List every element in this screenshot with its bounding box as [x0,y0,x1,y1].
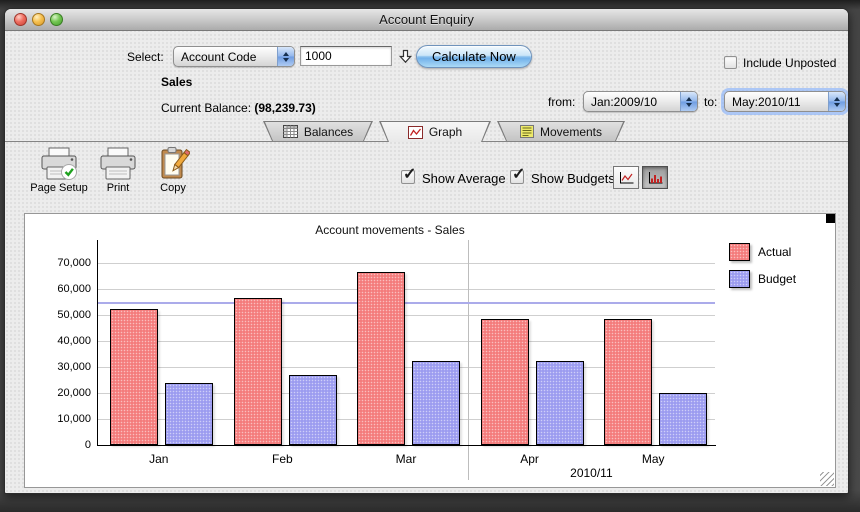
y-axis-tick-label: 50,000 [57,309,91,321]
hollow-down-arrow-icon[interactable] [398,49,413,64]
y-axis-tick-label: 60,000 [57,283,91,295]
resize-grip[interactable] [820,472,834,486]
close-icon[interactable] [14,13,27,26]
line-chart-icon [408,126,423,139]
printer-icon [100,147,136,180]
average-line [97,302,715,305]
x-axis-label-mar: Mar [395,452,417,466]
legend-label-budget: Budget [758,272,797,286]
zoom-icon[interactable] [50,13,63,26]
tab-graph[interactable]: Graph [379,121,491,142]
y-axis-tick-label: 20,000 [57,387,91,399]
select-dropdown[interactable]: Account Code [173,46,295,67]
y-axis-tick-label: 10,000 [57,413,91,425]
show-average-checkbox[interactable]: ✓ [401,166,416,184]
printer-check-icon [41,147,77,180]
page-setup-label: Page Setup [30,182,88,194]
line-chart-type-button[interactable] [613,166,639,189]
tab-movements[interactable]: Movements [497,121,625,141]
chart-panel: Account movements - Sales 0 10,000 20,000 3… [24,213,836,488]
bar-actual-apr [480,318,529,445]
to-dropdown-value: May:2010/11 [732,94,801,109]
current-balance: Current Balance: (98,239.73) [161,101,316,115]
minimize-icon[interactable] [32,13,45,26]
copy-label: Copy [160,182,186,194]
chart-gridline [97,263,715,264]
bar-budget-apr [535,360,584,445]
legend-label-actual: Actual [758,245,792,259]
year-group-label: 2010/11 [570,466,613,480]
y-axis-line [97,240,98,445]
to-dropdown[interactable]: May:2010/11 [724,91,846,112]
tab-balances[interactable]: Balances [263,121,373,141]
tab-balances-label: Balances [303,124,354,139]
bar-actual-may [604,318,653,445]
line-chart-icon [619,171,633,183]
legend-swatch-actual [729,243,750,261]
y-axis-tick-label: 30,000 [57,361,91,373]
clipboard-pencil-icon [161,147,190,179]
bar-actual-mar [357,272,406,445]
select-dropdown-value: Account Code [181,49,257,64]
bar-chart-icon [648,171,662,183]
current-balance-value: (98,239.73) [254,101,316,115]
grid-table-icon [283,125,298,138]
copy-button[interactable]: Copy [151,147,195,194]
checkmark-icon: ✓ [512,166,526,183]
bar-actual-feb [233,298,282,445]
show-budgets-label: Show Budgets [531,171,615,186]
show-budgets-checkbox[interactable]: ✓ [510,166,525,184]
bar-budget-mar [412,360,461,445]
x-axis-label-jan: Jan [149,452,169,466]
from-dropdown[interactable]: Jan:2009/10 [583,91,698,112]
year-divider-line [467,240,469,480]
include-unposted-checkbox[interactable] [724,56,737,69]
print-button[interactable]: Print [95,147,141,194]
from-label: from: [548,95,576,109]
y-axis-tick-label: 0 [84,439,91,451]
select-label: Select: [127,50,164,64]
bar-budget-jan [165,382,213,445]
chart-plot: 0 10,000 20,000 30,000 40,000 50,000 60,000 70,… [25,214,835,487]
tab-movements-label: Movements [539,124,603,139]
bar-actual-jan [110,308,158,445]
to-label: to: [704,95,718,109]
page-setup-button[interactable]: Page Setup [27,147,91,194]
y-axis-tick-label: 70,000 [57,257,91,269]
show-average-label: Show Average [422,171,506,186]
print-label: Print [106,182,130,194]
chart-gridline [97,315,715,316]
legend-swatch-budget [729,270,750,288]
window-title: Account Enquiry [379,12,474,27]
current-balance-label: Current Balance: [161,101,252,115]
title-bar: Account Enquiry [5,9,848,31]
from-dropdown-value: Jan:2009/10 [591,94,658,109]
screen: Account Enquiry Select: Account Code Cal… [0,0,860,512]
popup-arrows-icon [277,47,294,66]
bar-budget-feb [288,374,337,445]
tab-graph-label: Graph [428,125,463,139]
list-document-icon [520,125,534,138]
x-axis-label-feb: Feb [272,452,293,466]
x-axis-label-may: May [641,452,665,466]
checkmark-icon: ✓ [403,166,417,183]
x-axis-label-apr: Apr [520,452,539,466]
bar-budget-may [659,393,708,445]
popup-arrows-icon [680,92,697,111]
calculate-now-button[interactable]: Calculate Now [416,45,532,68]
y-axis-tick-label: 40,000 [57,335,91,347]
account-enquiry-window: Account Enquiry Select: Account Code Cal… [4,8,849,494]
chart-gridline [97,289,715,290]
account-name: Sales [161,75,193,89]
account-code-input[interactable] [300,46,392,66]
include-unposted-label: Include Unposted [743,56,837,70]
x-axis-line [97,445,716,446]
popup-arrows-icon [828,92,845,111]
bar-chart-type-button[interactable] [642,166,668,189]
calculate-now-label: Calculate Now [432,49,516,64]
